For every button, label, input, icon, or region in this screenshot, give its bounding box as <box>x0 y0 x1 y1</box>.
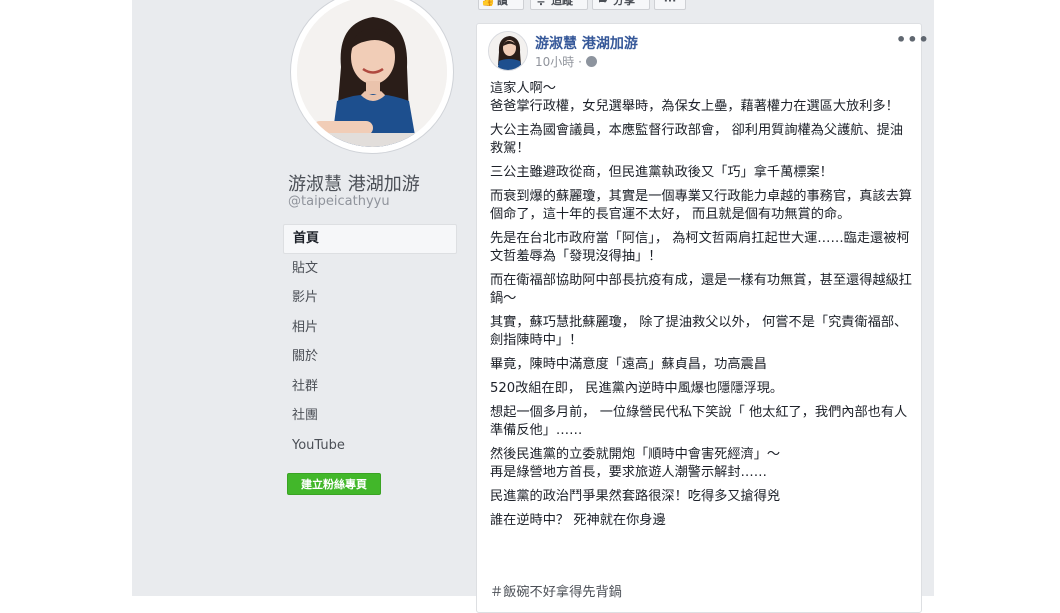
post-options-button[interactable]: ••• <box>896 30 930 49</box>
page-name[interactable]: 游淑慧 港湖加游 <box>288 170 420 196</box>
nav-item-videos[interactable]: 影片 <box>283 283 457 313</box>
post-paragraph: 先是在台北市政府當「阿信」， 為柯文哲兩肩扛起世大運……臨走還被柯文哲羞辱為「發… <box>490 231 910 264</box>
post-paragraph: 大公主為國會議員，本應監督行政部會， 卻利用質詢權為父護航、提油救駕！ <box>490 123 904 156</box>
post-author-name[interactable]: 游淑慧 港湖加游 <box>535 33 638 53</box>
post-paragraph: 三公主雖避政從商，但民進黨執政後又「巧」拿千萬標案！ <box>490 165 833 180</box>
follow-button[interactable]: ≑ 追蹤 <box>530 0 588 10</box>
post-author-avatar[interactable] <box>488 31 528 71</box>
post-paragraph: 畢竟，陳時中滿意度「遠高」蘇貞昌，功高震昌 <box>490 357 767 372</box>
nav-item-community[interactable]: 社群 <box>283 372 457 402</box>
nav-item-about[interactable]: 關於 <box>283 342 457 372</box>
post-paragraph: 然後民進黨的立委就開炮「順時中會害死經濟」～ 再是綠營地方首長，要求旅遊人潮警示… <box>490 447 781 480</box>
post-hashtag[interactable]: ＃飯碗不好拿得先背鍋 <box>490 581 622 600</box>
like-button[interactable]: 👍 讚 <box>478 0 524 10</box>
share-label: 分享 <box>613 0 635 7</box>
more-actions-button[interactable]: ··· <box>654 0 686 10</box>
post-paragraph: 誰在逆時中？ 死神就在你身邊 <box>490 513 666 528</box>
globe-icon <box>585 56 597 67</box>
nav-item-groups[interactable]: 社團 <box>283 401 457 431</box>
post-paragraph: 520改組在即， 民進黨內逆時中風爆也隱隱浮現。 <box>490 381 784 396</box>
nav-item-youtube[interactable]: YouTube <box>283 431 457 461</box>
post-paragraph: 想起一個多月前， 一位綠營民代私下笑說「 他太紅了，我們內部也有人準備反他」…… <box>490 405 908 438</box>
follow-label: 追蹤 <box>551 0 573 7</box>
nav-item-photos[interactable]: 相片 <box>283 313 457 343</box>
like-label: 讚 <box>497 0 508 7</box>
nav-item-posts[interactable]: 貼文 <box>283 254 457 284</box>
page-nav: 首頁 貼文 影片 相片 關於 社群 社團 YouTube <box>283 224 457 460</box>
share-button[interactable]: ➦ 分享 <box>592 0 650 10</box>
post-paragraph: 而在衛福部協助阿中部長抗疫有成，還是一樣有功無賞，甚至還得越級扛鍋～ <box>490 273 912 306</box>
meta-separator: · <box>578 55 586 69</box>
post-meta: 10小時 · <box>535 53 597 70</box>
post-paragraph: 而衰到爆的蘇麗瓊，其實是一個專業又行政能力卓越的事務官，真該去算個命了，這十年的… <box>490 189 912 222</box>
nav-item-home[interactable]: 首頁 <box>283 224 457 254</box>
page-handle[interactable]: @taipeicathyyu <box>288 194 390 209</box>
share-icon: ➦ <box>598 0 608 7</box>
post-time[interactable]: 10小時 <box>535 55 574 69</box>
like-icon: 👍 <box>481 0 495 7</box>
follow-icon: ≑ <box>536 0 546 7</box>
post-paragraph: 這家人啊～ 爸爸掌行政權，女兒選舉時，為保女上壘，藉著權力在選區大放利多！ <box>490 81 899 114</box>
create-page-button[interactable]: 建立粉絲專頁 <box>287 473 381 495</box>
post-paragraph: 民進黨的政治鬥爭果然套路很深！吃得多又搶得兇 <box>490 489 781 504</box>
post-paragraph: 其實，蘇巧慧批蘇麗瓊， 除了提油救父以外， 何嘗不是「究責衛福部、劍指陳時中」！ <box>490 315 908 348</box>
post-text: 這家人啊～ 爸爸掌行政權，女兒選舉時，為保女上壘，藉著權力在選區大放利多！ 大公… <box>490 80 914 536</box>
profile-photo <box>297 0 447 147</box>
page-action-bar: 👍 讚 ≑ 追蹤 ➦ 分享 ··· <box>478 0 686 12</box>
